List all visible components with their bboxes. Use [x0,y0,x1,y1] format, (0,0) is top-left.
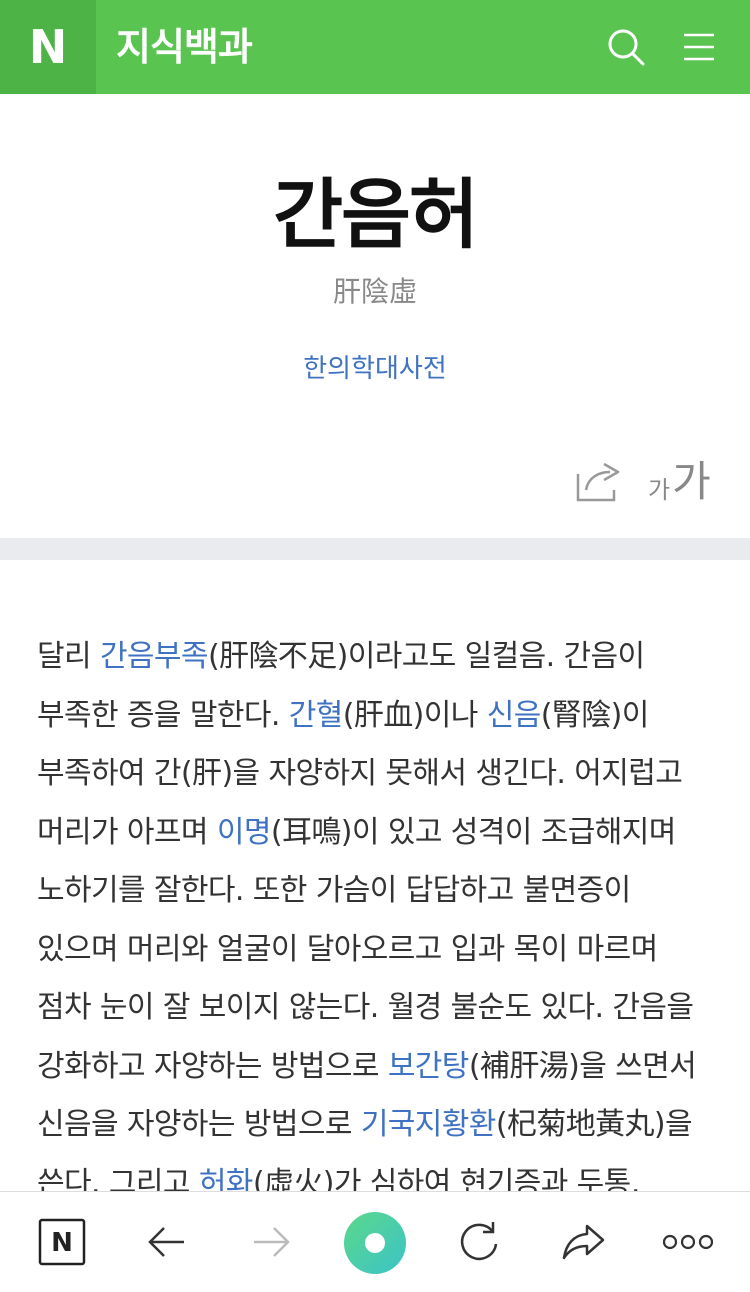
font-size-small-label: 가 [648,476,671,504]
term-link[interactable]: 보간탕 [388,1049,470,1084]
menu-button[interactable] [674,22,724,72]
naver-logo-letter: N [28,20,68,74]
share-arrow-icon [562,1224,605,1260]
share-icon [576,462,620,502]
article-text-segment: (虛火)가 심하여 현기증과 두통, [252,1165,640,1192]
term-link[interactable]: 신음 [487,698,542,733]
share-button[interactable] [574,460,624,504]
entry-title: 간음허 [273,170,479,259]
naver-logo[interactable]: N [0,0,96,94]
article-text-segment: (肝血)이나 [342,697,487,733]
article-text-segment: 달리 [37,639,100,674]
service-title[interactable]: 지식백과 [116,0,253,94]
back-button[interactable] [137,1212,197,1272]
more-icon [662,1234,714,1250]
naver-home-icon: N [38,1218,86,1266]
refresh-icon [460,1222,498,1261]
green-dot-icon [365,1233,385,1253]
forward-button[interactable] [241,1212,301,1272]
term-link[interactable]: 기국지황환 [361,1107,497,1142]
font-size-button[interactable]: 가 가 [648,456,711,506]
term-link[interactable]: 간혈 [289,698,344,733]
refresh-button[interactable] [449,1212,509,1272]
article-text-segment: (耳鳴)이 있고 성격이 조급해지며 노하기를 잘한다. 또한 가슴이 답답하고… [37,814,694,1084]
naver-home-button[interactable]: N [32,1212,92,1272]
more-button[interactable] [658,1212,718,1272]
article-paragraph: 달리 간음부족(肝陰不足)이라고도 일컬음. 간음이 부족한 증을 말한다. 간… [37,628,717,1191]
entry-hanja: 肝陰虛 [332,275,417,308]
font-size-large-label: 가 [672,457,711,506]
app-header: N 지식백과 [0,0,750,94]
entry-source-link[interactable]: 한의학대사전 [0,352,750,386]
share-page-button[interactable] [554,1212,614,1272]
back-arrow-icon [148,1227,184,1257]
entry-header: 간음허 肝陰虛 한의학대사전 가 가 [0,94,750,538]
term-link[interactable]: 이명 [217,815,272,850]
article-body: 달리 간음부족(肝陰不足)이라고도 일컬음. 간음이 부족한 증을 말한다. 간… [37,628,717,1191]
naver-green-dot-button[interactable] [344,1212,406,1274]
browser-bottom-bar: N [0,1191,750,1292]
search-button[interactable] [601,22,651,72]
menu-icon [684,33,714,61]
search-icon [608,29,645,66]
forward-arrow-icon [254,1227,290,1257]
naver-home-letter: N [51,1228,73,1258]
term-link[interactable]: 간음부족 [100,639,209,674]
term-link[interactable]: 허화 [199,1166,254,1192]
section-divider [0,538,750,560]
